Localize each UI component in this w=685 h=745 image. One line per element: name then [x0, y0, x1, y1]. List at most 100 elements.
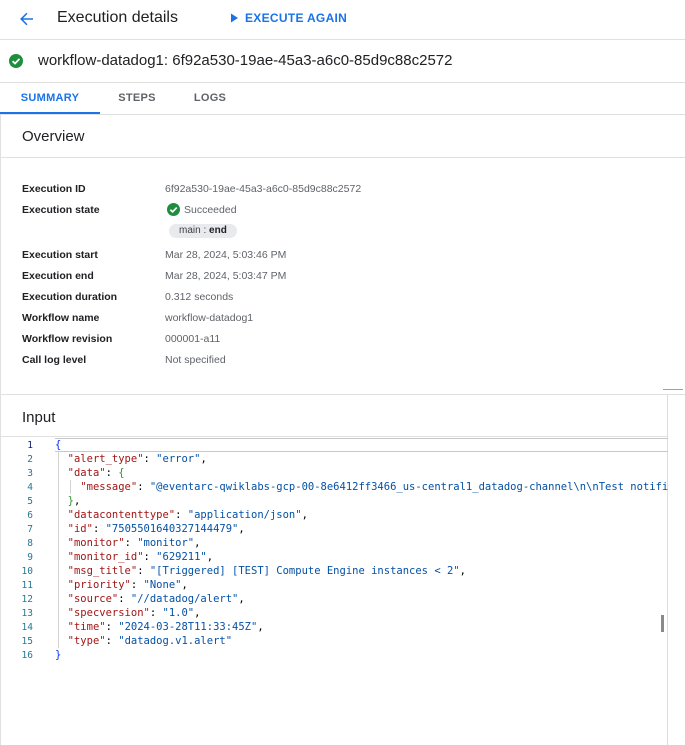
brace: {	[55, 439, 62, 451]
line-number: 3	[27, 468, 33, 479]
input-title: Input	[22, 409, 56, 426]
line-number: 16	[21, 650, 33, 661]
tab-logs[interactable]: LOGS	[186, 83, 234, 114]
execution-start-value: Mar 28, 2024, 5:03:46 PM	[165, 249, 287, 261]
line-number: 11	[21, 580, 33, 591]
succeeded-icon	[167, 203, 180, 216]
workflow-revision-label: Workflow revision	[22, 333, 113, 345]
json-value: "None"	[143, 579, 182, 591]
line-number: 1	[27, 440, 33, 451]
execution-end-label: Execution end	[22, 270, 94, 282]
code-line: "time": "2024-03-28T11:33:45Z",	[67, 621, 264, 633]
json-value: "//datadog/alert"	[130, 593, 239, 605]
overview-title: Overview	[22, 128, 85, 145]
check-circle-icon	[9, 54, 23, 68]
json-key: "specversion"	[67, 607, 150, 619]
json-value: "7505501640327144479"	[105, 523, 239, 535]
json-key: "message"	[80, 481, 138, 493]
json-value: "629211"	[156, 551, 207, 563]
json-value: "datadog.v1.alert"	[118, 635, 233, 647]
code-line: "specversion": "1.0",	[67, 607, 201, 619]
execution-state-label: Execution state	[22, 204, 100, 216]
brace: }	[67, 495, 74, 507]
execution-start-label: Execution start	[22, 249, 98, 261]
code-area[interactable]: { "alert_type": "error", "data": { "mess…	[55, 438, 668, 745]
code-line: "monitor": "monitor",	[67, 537, 201, 549]
code-line: },	[67, 495, 81, 507]
json-value: "[Triggered] [TEST] Compute Engine insta…	[149, 565, 460, 577]
workflow-revision-value: 000001-a11	[165, 333, 221, 345]
json-value: "monitor"	[137, 537, 195, 549]
json-value: "@eventarc-qwiklabs-gcp-00-8e6412ff3466_…	[149, 481, 668, 493]
execute-again-label: EXECUTE AGAIN	[245, 11, 348, 25]
line-number: 12	[21, 594, 33, 605]
call-log-level-value: Not specified	[165, 354, 226, 366]
line-number: 2	[27, 454, 33, 465]
code-line: "type": "datadog.v1.alert"	[67, 635, 233, 647]
json-key: "monitor"	[67, 537, 125, 549]
input-header: Input	[1, 395, 668, 437]
tab-steps[interactable]: STEPS	[109, 83, 165, 114]
call-log-level-label: Call log level	[22, 354, 87, 366]
json-value: "2024-03-28T11:33:45Z"	[118, 621, 258, 633]
code-line: "id": "7505501640327144479",	[67, 523, 245, 535]
execution-duration-label: Execution duration	[22, 291, 118, 303]
back-button[interactable]	[14, 6, 40, 32]
execution-id-label: Execution ID	[22, 183, 86, 195]
execution-duration-value: 0.312 seconds	[165, 291, 234, 303]
workflow-name-value: workflow-datadog1	[165, 312, 254, 324]
brace: }	[55, 649, 62, 661]
json-value: "1.0"	[162, 607, 195, 619]
current-line-highlight	[55, 438, 668, 452]
chip-step: end	[209, 225, 227, 236]
json-value: "error"	[156, 453, 201, 465]
arrow-back-icon	[20, 12, 33, 26]
tab-bar: SUMMARY STEPS LOGS	[0, 83, 685, 115]
json-key: "alert_type"	[67, 453, 144, 465]
json-value: "application/json"	[187, 509, 302, 521]
code-line: {	[55, 438, 61, 452]
current-step-chip[interactable]: main : end	[169, 224, 237, 238]
line-number: 9	[27, 552, 33, 563]
execute-again-button[interactable]: EXECUTE AGAIN	[229, 9, 347, 27]
chip-subworkflow: main	[179, 225, 201, 236]
panel-resize-handle[interactable]	[663, 389, 683, 390]
tab-summary[interactable]: SUMMARY	[0, 83, 100, 114]
json-key: "datacontenttype"	[67, 509, 176, 521]
line-number: 4	[27, 482, 33, 493]
json-key: "id"	[67, 523, 93, 535]
execution-name: workflow-datadog1: 6f92a530-19ae-45a3-a6…	[38, 52, 453, 69]
json-editor[interactable]: 1 2 3 4 5 6 7 8 9 10 11 12 13 14 15 16 {…	[1, 438, 668, 745]
code-line: "datacontenttype": "application/json",	[67, 509, 308, 521]
json-key: "time"	[67, 621, 106, 633]
line-number: 14	[21, 622, 33, 633]
line-number: 5	[27, 496, 33, 507]
workflow-name-label: Workflow name	[22, 312, 100, 324]
line-number: 6	[27, 510, 33, 521]
execution-title-row: workflow-datadog1: 6f92a530-19ae-45a3-a6…	[0, 40, 685, 83]
top-bar: Execution details EXECUTE AGAIN	[0, 0, 685, 40]
editor-scrollbar[interactable]	[661, 615, 664, 632]
json-key: "type"	[67, 635, 106, 647]
input-panel: Input 1 2 3 4 5 6 7 8 9 10 11 12 13 14 1…	[1, 394, 685, 745]
code-line: "monitor_id": "629211",	[67, 551, 214, 563]
overview-header: Overview	[1, 115, 685, 158]
line-number: 15	[21, 636, 33, 647]
json-key: "data"	[67, 467, 106, 479]
json-key: "priority"	[67, 579, 131, 591]
play-icon	[231, 13, 238, 23]
line-number: 8	[27, 538, 33, 549]
json-key: "source"	[67, 593, 119, 605]
line-number: 13	[21, 608, 33, 619]
page-title: Execution details	[57, 9, 178, 26]
code-line: "msg_title": "[Triggered] [TEST] Compute…	[67, 565, 466, 577]
code-line: "data": {	[67, 467, 125, 479]
line-number: 7	[27, 524, 33, 535]
execution-state-value: Succeeded	[184, 204, 237, 216]
brace: {	[118, 467, 125, 479]
code-line: "source": "//datadog/alert",	[67, 593, 245, 605]
execution-id-value: 6f92a530-19ae-45a3-a6c0-85d9c88c2572	[165, 183, 362, 195]
line-number: 10	[21, 566, 33, 577]
execution-end-value: Mar 28, 2024, 5:03:47 PM	[165, 270, 287, 282]
json-key: "msg_title"	[67, 565, 138, 577]
